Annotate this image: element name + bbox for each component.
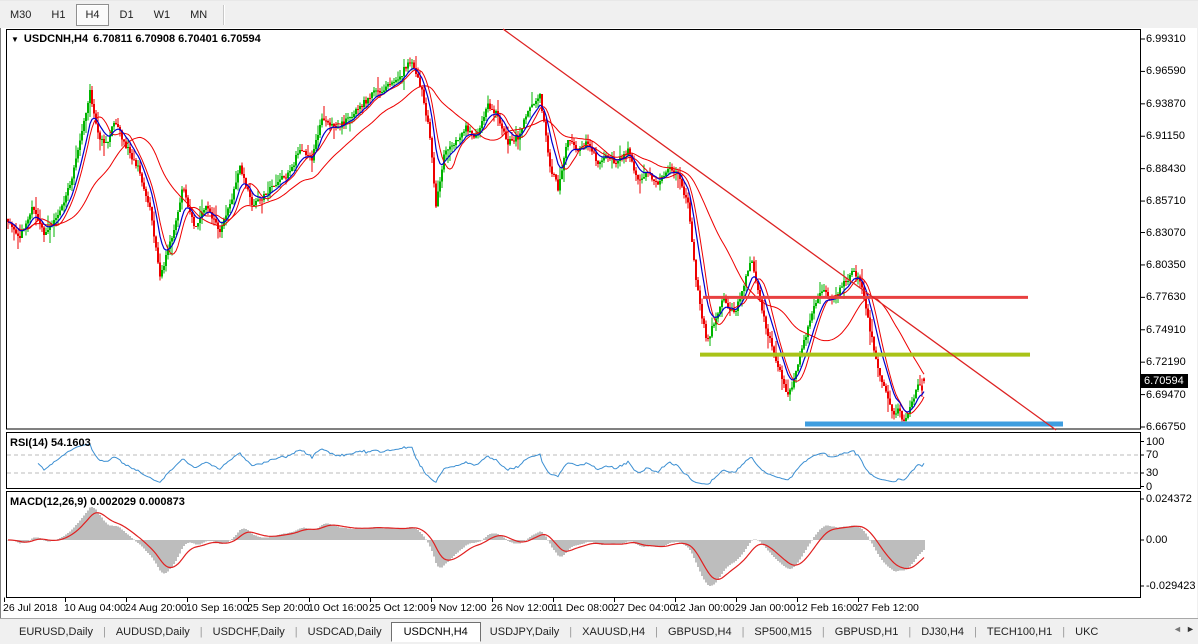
price-axis-label: 6.80350	[1146, 259, 1186, 271]
tab-scroll-nav: ◄ ►	[1172, 624, 1196, 634]
price-axis-label: 6.96590	[1146, 65, 1186, 77]
current-price-marker: 6.70594	[1141, 374, 1188, 388]
date-axis-label: 27 Feb 12:00	[857, 602, 919, 614]
price-axis-label: 6.91150	[1146, 130, 1185, 142]
price-axis-label: 6.66750	[1146, 421, 1186, 433]
rsi-indicator-label: RSI(14) 54.1603	[10, 437, 91, 449]
symbol-tab-sp500-m15[interactable]: SP500,M15	[745, 623, 820, 641]
date-axis-label: 10 Aug 04:00	[64, 602, 126, 614]
macd-axis-label: 0.00	[1146, 534, 1167, 546]
date-axis-label: 10 Sep 16:00	[186, 602, 248, 614]
price-axis-label: 6.72190	[1146, 356, 1186, 368]
macd-axis-label: -0.029423	[1146, 580, 1196, 592]
date-axis-label: 25 Sep 20:00	[247, 602, 309, 614]
date-axis-label: 24 Aug 20:00	[125, 602, 187, 614]
symbol-tab-dj30-h4[interactable]: DJ30,H4	[912, 623, 973, 641]
symbol-tab-usdcad-daily[interactable]: USDCAD,Daily	[299, 623, 391, 641]
timeframe-toolbar: M30H1H4D1W1MN	[0, 0, 1198, 28]
symbol-tab-gbpusd-h1[interactable]: GBPUSD,H1	[826, 623, 908, 641]
symbol-tabbar: EURUSD,Daily|AUDUSD,Daily|USDCHF,Daily|U…	[0, 618, 1198, 644]
macd-indicator-label: MACD(12,26,9) 0.002029 0.000873	[10, 496, 185, 508]
chart-title: ▼ USDCNH,H4 6.70811 6.70908 6.70401 6.70…	[11, 33, 261, 45]
chart-dropdown-icon[interactable]: ▼	[11, 34, 19, 45]
date-axis-label: 9 Nov 12:00	[430, 602, 487, 614]
symbol-tab-gbpusd-h4[interactable]: GBPUSD,H4	[659, 623, 741, 641]
price-axis-label: 6.74910	[1146, 324, 1186, 336]
timeframe-button-h1[interactable]: H1	[42, 4, 74, 26]
symbol-tab-usdcnh-h4[interactable]: USDCNH,H4	[391, 622, 481, 642]
price-axis-label: 6.77630	[1146, 291, 1186, 303]
timeframe-button-d1[interactable]: D1	[111, 4, 143, 26]
rsi-axis-label: 30	[1146, 467, 1158, 479]
price-axis-label: 6.85710	[1146, 195, 1186, 207]
symbol-tab-usdjpy-daily[interactable]: USDJPY,Daily	[481, 623, 569, 641]
chart-title-symbol: USDCNH,H4	[24, 33, 88, 45]
price-axis-label: 6.88430	[1146, 163, 1186, 175]
timeframe-button-mn[interactable]: MN	[181, 4, 216, 26]
price-axis-label: 6.83070	[1146, 227, 1186, 239]
symbol-tab-audusd-daily[interactable]: AUDUSD,Daily	[107, 623, 199, 641]
chart-title-ohlc: 6.70811 6.70908 6.70401 6.70594	[93, 33, 261, 45]
price-chart-svg	[0, 0, 1198, 644]
rsi-axis-label: 70	[1146, 449, 1158, 461]
price-axis-label: 6.69470	[1146, 389, 1186, 401]
toolbar-separator	[223, 5, 224, 25]
date-axis-label: 26 Jul 2018	[3, 602, 57, 614]
symbol-tab-ukc[interactable]: UKC	[1066, 623, 1107, 641]
symbol-tabs: EURUSD,Daily|AUDUSD,Daily|USDCHF,Daily|U…	[10, 619, 1172, 644]
symbol-tab-eurusd-daily[interactable]: EURUSD,Daily	[10, 623, 102, 641]
date-axis-label: 26 Nov 12:00	[491, 602, 553, 614]
timeframe-button-w1[interactable]: W1	[145, 4, 180, 26]
tab-scroll-left-button[interactable]: ◄	[1172, 624, 1183, 634]
date-axis-label: 25 Oct 12:00	[369, 602, 429, 614]
date-axis-label: 27 Dec 04:00	[613, 602, 675, 614]
mt4-chart-screen: M30H1H4D1W1MN ▼ USDCNH,H4 6.70811 6.7090…	[0, 0, 1198, 644]
timeframe-button-m30[interactable]: M30	[1, 4, 40, 26]
date-axis-label: 11 Dec 08:00	[552, 602, 614, 614]
rsi-axis-label: 100	[1146, 436, 1164, 448]
date-axis-label: 12 Jan 00:00	[674, 602, 735, 614]
price-axis-label: 6.99310	[1146, 33, 1186, 45]
date-axis-label: 29 Jan 00:00	[735, 602, 796, 614]
macd-axis-label: 0.024372	[1146, 493, 1192, 505]
price-axis-label: 6.93870	[1146, 98, 1186, 110]
symbol-tab-xauusd-h4[interactable]: XAUUSD,H4	[573, 623, 654, 641]
timeframe-button-h4[interactable]: H4	[76, 4, 108, 26]
date-axis-label: 10 Oct 16:00	[308, 602, 368, 614]
date-axis-label: 12 Feb 16:00	[796, 602, 858, 614]
symbol-tab-usdchf-daily[interactable]: USDCHF,Daily	[204, 623, 294, 641]
tab-scroll-right-button[interactable]: ►	[1185, 624, 1196, 634]
symbol-tab-tech100-h1[interactable]: TECH100,H1	[978, 623, 1061, 641]
rsi-axis-label: 0	[1146, 481, 1152, 493]
